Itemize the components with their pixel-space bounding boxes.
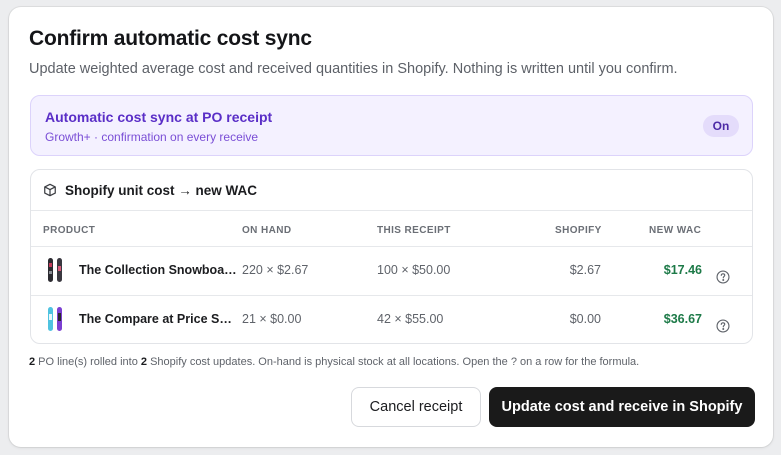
card-header: Shopify unit cost → new WAC	[31, 170, 752, 211]
help-icon[interactable]	[716, 270, 730, 284]
status-badge: On	[703, 115, 739, 137]
cost-update-card: Shopify unit cost → new WAC PRODUCT ON H…	[30, 169, 753, 344]
this-receipt-value: 42 × $55.00	[377, 312, 444, 326]
snowboard-blue-icon	[48, 307, 62, 331]
footnote-text-b: Shopify cost updates. On-hand is physica…	[147, 356, 640, 368]
header-divider	[31, 246, 752, 247]
row-divider	[31, 295, 752, 296]
on-hand-value: 220 × $2.67	[242, 263, 309, 277]
dialog-title: Confirm automatic cost sync	[29, 27, 312, 50]
this-receipt-value: 100 × $50.00	[377, 263, 451, 277]
column-header-product: PRODUCT	[43, 225, 96, 236]
new-wac-value: $36.67	[663, 312, 702, 326]
shopify-cost-value: $0.00	[569, 312, 601, 326]
help-icon[interactable]	[716, 319, 730, 333]
cube-icon	[44, 183, 56, 197]
update-cost-button[interactable]: Update cost and receive in Shopify	[489, 387, 755, 427]
dialog-subtitle: Update weighted average cost and receive…	[29, 61, 678, 77]
cancel-receipt-button[interactable]: Cancel receipt	[351, 387, 481, 427]
confirm-cost-sync-dialog: Confirm automatic cost sync Update weigh…	[9, 7, 773, 447]
shopify-cost-value: $2.67	[569, 263, 601, 277]
column-header-new-wac: NEW WAC	[649, 225, 702, 236]
column-header-on-hand: ON HAND	[242, 225, 292, 236]
column-header-shopify: SHOPIFY	[555, 225, 602, 236]
new-wac-value: $17.46	[663, 263, 702, 277]
summary-footnote: 2 PO line(s) rolled into 2 Shopify cost …	[29, 356, 639, 368]
footnote-text-a: PO line(s) rolled into	[35, 356, 141, 368]
auto-sync-banner: Automatic cost sync at PO receipt Growth…	[30, 95, 753, 156]
card-title: Shopify unit cost → new WAC	[65, 183, 257, 198]
snowboard-dark-icon	[48, 258, 62, 282]
on-hand-value: 21 × $0.00	[242, 312, 302, 326]
banner-title: Automatic cost sync at PO receipt	[45, 109, 273, 125]
banner-subtitle: Growth+ · confirmation on every receive	[45, 130, 259, 144]
column-header-this-receipt: THIS RECEIPT	[377, 225, 451, 236]
product-name: The Collection Snowboard: Hydrogen	[79, 263, 237, 277]
product-name: The Compare at Price Snowboard	[79, 312, 237, 326]
